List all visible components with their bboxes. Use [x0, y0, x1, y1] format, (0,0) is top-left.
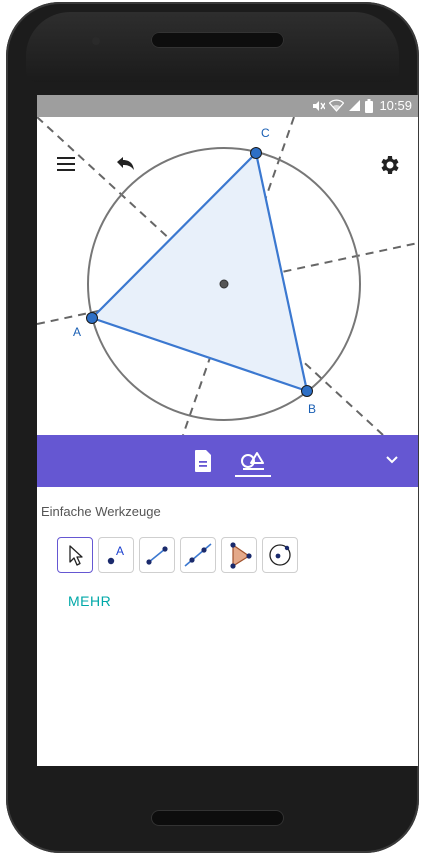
front-camera	[92, 37, 100, 45]
segment-tool-button[interactable]	[139, 537, 175, 573]
status-bar: 10:59	[37, 95, 418, 117]
tools-panel: Einfache Werkzeuge A MEHR	[37, 487, 418, 766]
bottom-speaker	[151, 810, 284, 826]
collapse-button[interactable]	[384, 453, 400, 467]
battery-icon	[365, 98, 374, 113]
line-tool-button[interactable]	[180, 537, 216, 573]
arrow-cursor-icon	[69, 545, 83, 566]
point-icon: A	[107, 544, 124, 565]
tool-row: A	[57, 537, 298, 573]
construction-svg[interactable]: A B C	[37, 117, 418, 435]
polygon-icon	[230, 542, 252, 569]
label-a: A	[73, 325, 81, 339]
settings-button[interactable]	[377, 153, 401, 177]
more-button[interactable]: MEHR	[68, 593, 111, 609]
signal-icon	[349, 100, 361, 111]
mute-icon	[313, 100, 326, 111]
triangle-abc[interactable]	[90, 151, 309, 393]
section-title: Einfache Werkzeuge	[41, 504, 161, 519]
circle-icon	[269, 544, 291, 566]
tab-tools[interactable]	[235, 445, 271, 477]
undo-icon	[117, 157, 134, 170]
segment-icon	[146, 546, 168, 565]
undo-button[interactable]	[113, 154, 137, 176]
wifi-icon	[329, 99, 345, 112]
point-a[interactable]	[86, 312, 98, 324]
menu-button[interactable]	[55, 153, 77, 175]
settings-icon	[381, 156, 399, 174]
screen: 10:59 A B C Einfache Werkzeuge A MEHR	[37, 95, 418, 766]
top-speaker	[151, 32, 284, 48]
point-tool-label: A	[116, 544, 124, 558]
point-b[interactable]	[301, 385, 313, 397]
chevron-down-icon	[386, 456, 398, 464]
toolbar	[37, 435, 418, 487]
circle-tool-button[interactable]	[262, 537, 298, 573]
tab-algebra[interactable]	[193, 449, 213, 473]
line-icon	[184, 543, 212, 567]
polygon-tool-button[interactable]	[221, 537, 257, 573]
label-c: C	[261, 126, 270, 140]
graphics-view[interactable]: A B C	[37, 117, 418, 435]
status-icons: 10:59	[311, 98, 412, 113]
point-tool-button[interactable]: A	[98, 537, 134, 573]
document-icon	[195, 450, 211, 472]
menu-icon	[57, 157, 75, 171]
status-time: 10:59	[379, 98, 412, 113]
move-tool-button[interactable]	[57, 537, 93, 573]
active-tab-indicator	[235, 475, 271, 477]
phone-frame: 10:59 A B C Einfache Werkzeuge A MEHR	[6, 2, 419, 853]
circumcenter-point[interactable]	[219, 279, 229, 289]
point-c[interactable]	[250, 147, 262, 159]
tools-icon	[241, 452, 264, 470]
label-b: B	[308, 402, 316, 416]
